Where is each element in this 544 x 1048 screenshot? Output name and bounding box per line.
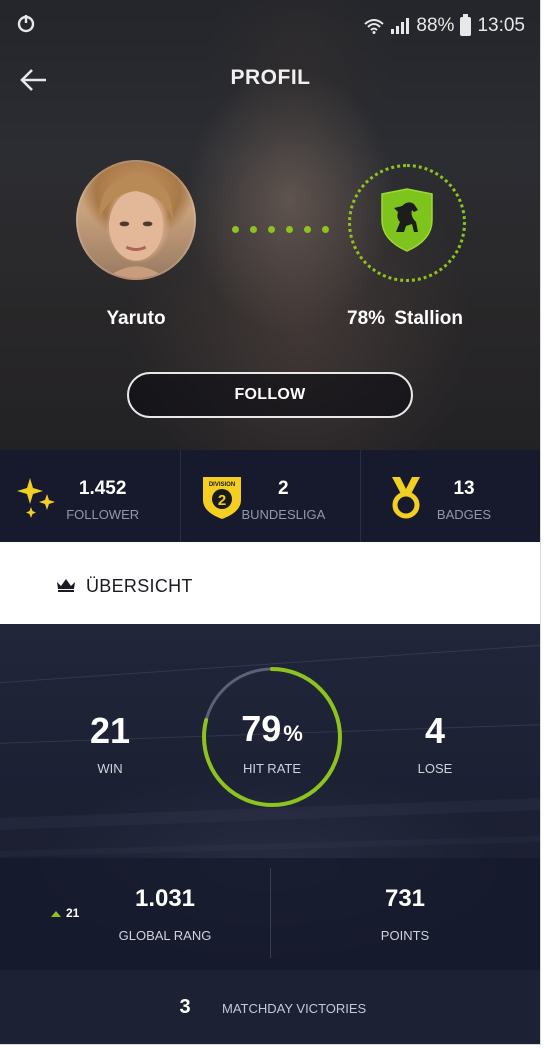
matchday-victories-label: MATCHDAY VICTORIES (222, 1001, 367, 1016)
battery-percentage: 88% (416, 15, 455, 36)
signal-icon (391, 18, 410, 34)
sync-icon (17, 15, 35, 33)
overview-title: ÜBERSICHT (86, 576, 193, 596)
points-label: POINTS (380, 928, 430, 943)
profile-hero: 88% 13:05 PROFIL Yaruto 78% Stallion FOL… (0, 0, 540, 450)
stats-strip: 1.452 FOLLOWER DIVISION 2 2 BUNDESLIGA 1… (0, 450, 540, 542)
user-name: Yaruto (106, 308, 166, 329)
avatar-portrait (99, 175, 173, 278)
global-rank-value: 1.031 (134, 885, 196, 912)
wifi-icon (364, 19, 385, 34)
league-division-value: 2 (278, 478, 289, 499)
team-name: Stallion (394, 308, 463, 329)
connection-dots (232, 226, 329, 233)
league-label: BUNDESLIGA (241, 507, 326, 522)
rank-change: 21 (66, 906, 80, 920)
lose-label: LOSE (417, 761, 453, 776)
follow-button[interactable]: FOLLOW (127, 372, 413, 418)
battery-icon (460, 13, 472, 36)
stat-badges[interactable]: 13 BADGES (361, 450, 540, 542)
crown-icon (57, 579, 75, 592)
matchday-victories-count: 3 (179, 996, 191, 1018)
win-label: WIN (97, 761, 123, 776)
hit-rate-unit: % (283, 721, 303, 746)
hit-rate-label: HIT RATE (242, 761, 302, 776)
avatar[interactable] (76, 160, 196, 280)
status-time: 13:05 (477, 15, 525, 36)
team-match-percentage: 78% (347, 308, 386, 329)
page-title: PROFIL (230, 66, 311, 89)
badges-count: 13 (453, 478, 475, 499)
overview-header[interactable] (0, 542, 540, 624)
results-panel: 21 WIN 79% HIT RATE 4 LOSE 21 1.031 GLOB… (0, 624, 540, 1044)
profile-screen: 88% 13:05 PROFIL Yaruto 78% Stallion FOL… (0, 0, 541, 1045)
win-count: 21 (89, 710, 131, 751)
followers-count: 1.452 (78, 478, 127, 499)
global-rank-label: GLOBAL RANG (118, 928, 212, 943)
stat-league[interactable]: DIVISION 2 2 BUNDESLIGA (181, 450, 362, 542)
horse-shield-icon[interactable] (378, 188, 436, 252)
rank-up-arrow-icon (51, 911, 61, 917)
hit-rate-value: 79% (199, 708, 345, 750)
lose-count: 4 (424, 710, 446, 751)
stat-followers[interactable]: 1.452 FOLLOWER (0, 450, 181, 542)
ranking-divider (270, 868, 271, 958)
svg-text:2: 2 (218, 492, 226, 509)
status-bar: 88% 13:05 (0, 0, 540, 52)
status-indicators: 88% 13:05 (364, 13, 525, 37)
points-value: 731 (384, 885, 426, 912)
hit-rate-number: 79 (241, 708, 282, 749)
badges-label: BADGES (436, 507, 492, 522)
team-label: 78% Stallion (330, 308, 480, 330)
followers-label: FOLLOWER (66, 507, 140, 522)
